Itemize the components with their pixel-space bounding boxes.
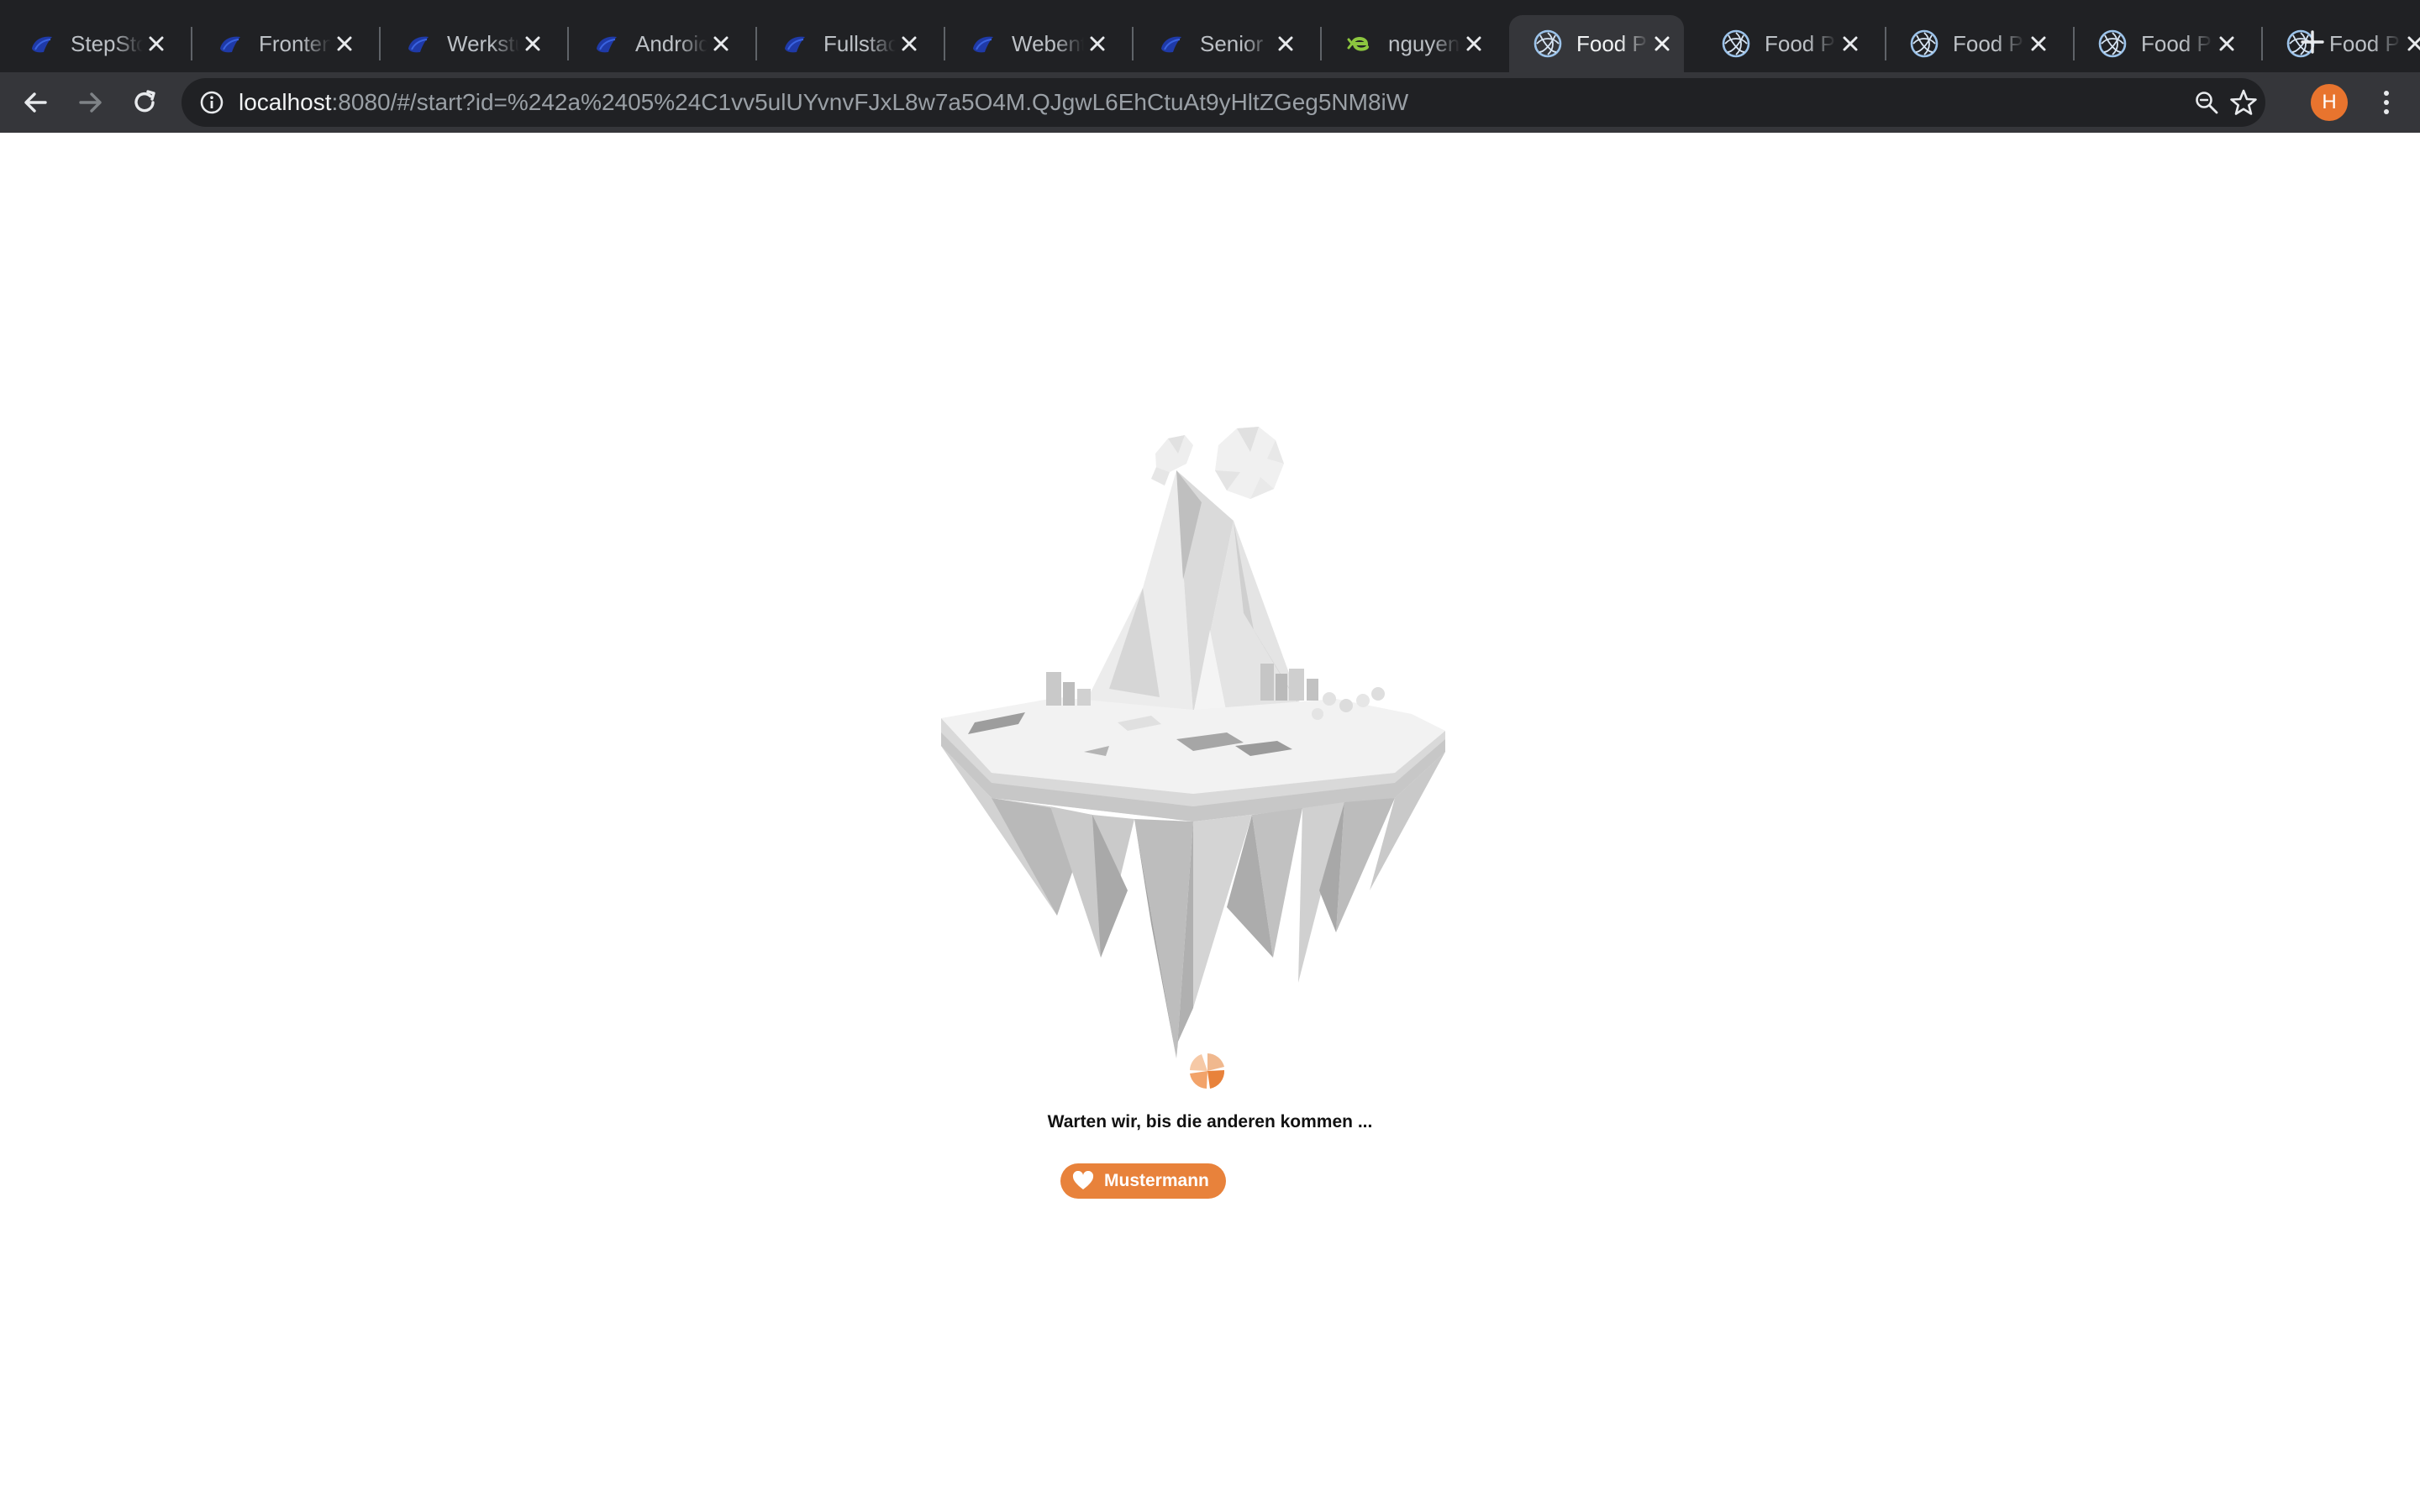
food-planner-icon — [1722, 29, 1750, 58]
tab-title: Food Planner — [2141, 31, 2213, 56]
tab-title: Werkstudent — [447, 31, 519, 56]
stepstone-icon — [1161, 36, 1181, 53]
tab-separator — [1132, 27, 1134, 60]
tab-separator — [567, 27, 569, 60]
tab-title: Food Planner — [1953, 31, 2025, 56]
browser-tab[interactable]: Frontend — [191, 15, 366, 72]
tab-strip: StepStone Frontend Werkstudent Android Fulls… — [0, 0, 2420, 72]
stepstone-icon — [597, 36, 617, 53]
browser-tab[interactable]: Food Planner — [1509, 15, 1684, 72]
floating-island-illustration — [941, 427, 1445, 1058]
player-chip: Mustermann — [1060, 1163, 1226, 1199]
site-info-icon[interactable] — [198, 89, 225, 116]
tab-title: nguyen — [1388, 31, 1460, 56]
food-planner-icon — [1534, 29, 1562, 58]
address-bar[interactable]: localhost:8080/#/start?id=%242a%2405%24C… — [182, 78, 2265, 127]
tab-separator — [2073, 27, 2075, 60]
loading-spinner-icon — [1190, 1053, 1225, 1089]
close-tab-icon[interactable] — [896, 30, 923, 57]
close-tab-icon[interactable] — [143, 30, 170, 57]
browser-tab[interactable]: Food Planner — [2261, 15, 2420, 72]
url-text[interactable]: localhost:8080/#/start?id=%242a%2405%24C… — [239, 78, 1408, 127]
tab-title: Frontend — [259, 31, 331, 56]
close-tab-icon[interactable] — [1272, 30, 1299, 57]
tab-title: Webentwickler — [1012, 31, 1084, 56]
new-tab-icon[interactable] — [2296, 25, 2329, 59]
close-tab-icon[interactable] — [1460, 30, 1487, 57]
tab-separator — [2261, 27, 2263, 60]
profile-avatar[interactable]: H — [2311, 84, 2348, 121]
stepstone-icon — [785, 36, 805, 53]
browser-tab[interactable]: Fullstack — [755, 15, 931, 72]
tab-separator — [944, 27, 945, 60]
url-path: :8080/#/start?id=%242a%2405%24C1vv5ulUYv… — [331, 89, 1409, 115]
close-tab-icon[interactable] — [331, 30, 358, 57]
tab-separator — [379, 27, 381, 60]
close-tab-icon[interactable] — [519, 30, 546, 57]
browser-tab[interactable]: Webentwickler — [944, 15, 1119, 72]
tab-title: Food Planner — [2329, 31, 2402, 56]
tab-title: Food Planner — [1576, 31, 1649, 56]
browser-tab[interactable]: Senior — [1132, 15, 1307, 72]
browser-tab[interactable]: Food Planner — [1697, 15, 1872, 72]
tab-title: StepStone — [71, 31, 143, 56]
food-planner-icon — [1910, 29, 1939, 58]
stepstone-icon — [32, 36, 52, 53]
food-planner-icon — [2098, 29, 2127, 58]
close-tab-icon[interactable] — [1649, 30, 1676, 57]
heart-icon — [1072, 1171, 1094, 1189]
tab-separator — [1320, 27, 1322, 60]
bookmark-star-icon[interactable] — [2228, 87, 2259, 118]
browser-tab[interactable]: StepStone — [3, 15, 178, 72]
tab-title: Android — [635, 31, 708, 56]
stepstone-icon — [220, 36, 240, 53]
tab-separator — [755, 27, 757, 60]
browser-tab[interactable]: Werkstudent — [379, 15, 555, 72]
tab-separator — [1885, 27, 1886, 60]
browser-tab[interactable]: nguyen — [1320, 15, 1496, 72]
browser-tab[interactable]: Food Planner — [2073, 15, 2249, 72]
forward-icon[interactable] — [74, 86, 108, 119]
browser-toolbar: localhost:8080/#/start?id=%242a%2405%24C… — [0, 72, 2420, 133]
browser-tab[interactable]: Android — [567, 15, 743, 72]
tab-title: Senior — [1200, 31, 1264, 56]
url-host: localhost — [239, 89, 332, 115]
close-tab-icon[interactable] — [1837, 30, 1864, 57]
more-menu-icon[interactable] — [2370, 86, 2403, 119]
browser-tab[interactable]: Food Planner — [1885, 15, 2060, 72]
tab-title: Food Planner — [1765, 31, 1837, 56]
waiting-message: Warten wir, bis die anderen kommen ... — [1047, 1112, 1373, 1131]
tab-separator — [191, 27, 192, 60]
close-tab-icon[interactable] — [2025, 30, 2052, 57]
stepstone-icon — [973, 36, 993, 53]
green-e-icon — [1347, 37, 1369, 51]
stepstone-icon — [408, 36, 429, 53]
zoom-icon[interactable] — [2193, 89, 2220, 116]
close-tab-icon[interactable] — [708, 30, 734, 57]
back-icon[interactable] — [18, 86, 52, 119]
reload-icon[interactable] — [128, 86, 161, 119]
close-tab-icon[interactable] — [2213, 30, 2240, 57]
close-tab-icon[interactable] — [2402, 30, 2420, 57]
tab-title: Fullstack — [823, 31, 896, 56]
close-tab-icon[interactable] — [1084, 30, 1111, 57]
cloud-graphic — [1151, 427, 1284, 499]
player-name: Mustermann — [1104, 1171, 1209, 1190]
